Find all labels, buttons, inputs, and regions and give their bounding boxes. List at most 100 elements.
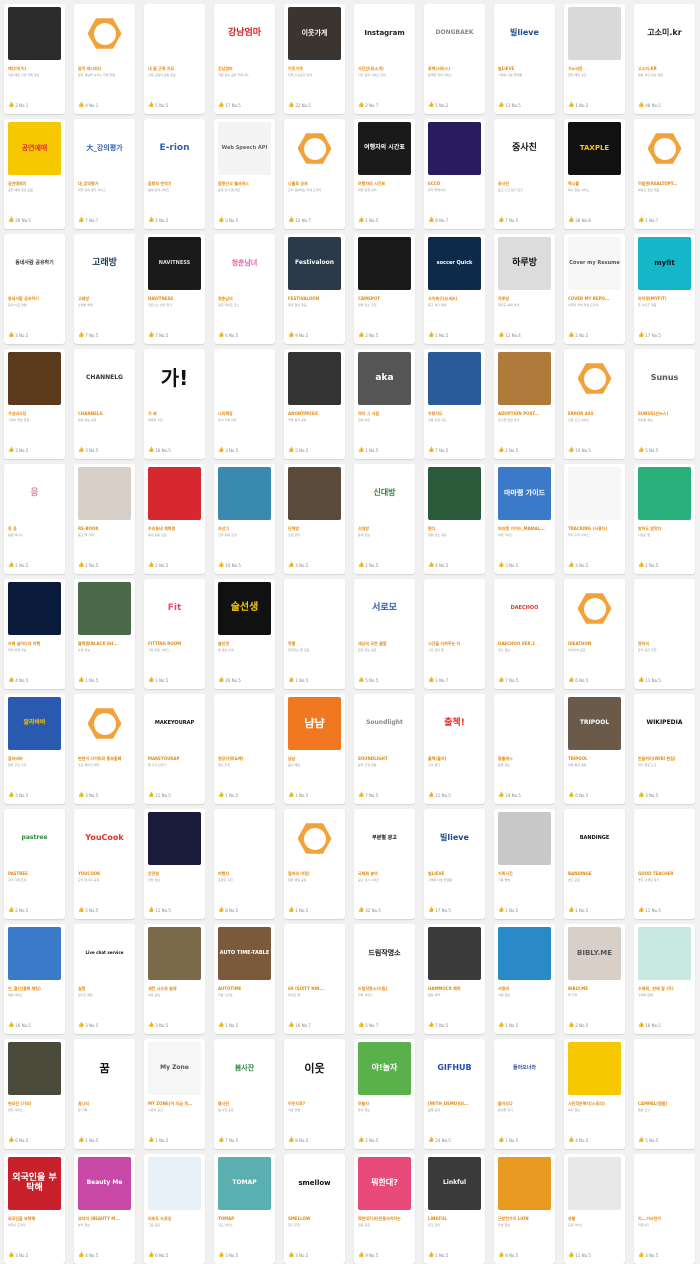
- app-card[interactable]: 내 몸 근육 지도 신체 근육과 운동 정보 👍 5 No.5: [144, 4, 205, 114]
- like-button[interactable]: 👍 1 No.5: [148, 677, 168, 683]
- app-thumbnail[interactable]: [568, 1157, 621, 1210]
- app-title[interactable]: 하루방: [498, 296, 552, 301]
- app-thumbnail[interactable]: [568, 7, 621, 60]
- like-button[interactable]: 👍 2 No.5: [8, 907, 28, 913]
- app-card[interactable]: 우리동네 체력짱 동네 운동 모임 👍 2 No.5: [144, 464, 205, 574]
- app-thumbnail[interactable]: 서로모: [358, 582, 411, 635]
- app-card[interactable]: Live chat service 실챗 실시간 채팅 👍 3 No.5: [74, 924, 135, 1034]
- like-button[interactable]: 👍 7 No.5: [428, 447, 448, 453]
- app-title[interactable]: CAMSPOT: [358, 296, 412, 301]
- app-card[interactable]: 야!놀자 야놀자 놀이 정보 👍 2 No.5: [354, 1039, 415, 1149]
- app-card[interactable]: Instagram 사진안내(소개) 사진 공유 서비스 안내 👍 2 No.7: [354, 4, 415, 114]
- app-title[interactable]: 블랙잼(BLACK SH...: [78, 641, 132, 646]
- app-title[interactable]: MY ZONE(이 지금 개...: [148, 1101, 202, 1106]
- like-button[interactable]: 👍 3 No.5: [78, 792, 98, 798]
- like-button[interactable]: 👍 9 No.5: [288, 332, 308, 338]
- like-button[interactable]: 👍 1 No.5: [78, 562, 98, 568]
- like-button[interactable]: 👍 3 No.5: [8, 1252, 28, 1258]
- app-thumbnail[interactable]: [78, 582, 131, 635]
- like-button[interactable]: 👍 22 No.5: [288, 102, 311, 108]
- app-title[interactable]: MAKEYOURAP: [148, 756, 202, 761]
- app-thumbnail[interactable]: 빌lieve: [428, 812, 481, 865]
- app-title[interactable]: 야놀자: [358, 1101, 412, 1106]
- app-thumbnail[interactable]: [428, 352, 481, 405]
- like-button[interactable]: 👍 13 No.5: [498, 102, 521, 108]
- app-title[interactable]: 이웃으로?: [288, 1101, 342, 1106]
- app-title[interactable]: 알라바바: [8, 756, 62, 761]
- app-thumbnail[interactable]: [8, 1042, 61, 1095]
- like-button[interactable]: 👍 11 No.5: [638, 907, 661, 913]
- app-title[interactable]: 청춘남녀: [218, 296, 272, 301]
- app-title[interactable]: GOOD TEACHER: [638, 871, 692, 876]
- app-thumbnail[interactable]: Beauty Me: [78, 1157, 131, 1210]
- like-button[interactable]: 👍 1 No.5: [428, 332, 448, 338]
- app-title[interactable]: 동네사람 공유하기: [8, 296, 62, 301]
- like-button[interactable]: 👍 7 No.5: [218, 1137, 238, 1143]
- app-title[interactable]: TRIPOOL: [568, 756, 622, 761]
- app-card[interactable]: 편다 캠핑 장소 공유 👍 4 No.5: [424, 464, 485, 574]
- app-card[interactable]: 마마랭 가이드 마마랭 가이드_MAMAL... 여행 가이드 👍 3 No.5: [494, 464, 555, 574]
- app-card[interactable]: 69 (SIXTY NIN... 데이트 앱 👍 16 No.7: [284, 924, 345, 1034]
- app-title[interactable]: 냠냠: [288, 756, 342, 761]
- like-button[interactable]: 👍 2 No.5: [148, 217, 168, 223]
- app-title[interactable]: 짱쉬리: [638, 641, 692, 646]
- app-thumbnail[interactable]: TOMAP: [218, 1157, 271, 1210]
- app-title[interactable]: SUNUS(선누스): [638, 411, 692, 416]
- app-card[interactable]: E-rion 음향의 번역기 음성 번역 서비스 👍 2 No.5: [144, 119, 205, 229]
- like-button[interactable]: 👍 1 No.2: [428, 102, 448, 108]
- like-button[interactable]: 👍 26 No.5: [218, 677, 241, 683]
- like-button[interactable]: 👍 1 No.5: [498, 1137, 518, 1143]
- app-title[interactable]: 편다: [428, 526, 482, 531]
- app-card[interactable]: BIBLY.ME BIBLY.ME 책 추천 👍 2 No.5: [564, 924, 625, 1034]
- app-thumbnail[interactable]: 고소미.kr: [638, 7, 691, 60]
- app-card[interactable]: 동물캐스 동물 정보 👍 24 No.5: [494, 694, 555, 804]
- like-button[interactable]: 👍 3 No.5: [288, 1252, 308, 1258]
- app-thumbnail[interactable]: [568, 1042, 621, 1095]
- like-button[interactable]: 👍 32 No.5: [358, 907, 381, 913]
- like-button[interactable]: 👍 3 No.5: [148, 1022, 168, 1028]
- app-card[interactable]: HAMMOCK 해먹 캠핑 해먹 👍 7 No.5: [424, 924, 485, 1034]
- app-card[interactable]: GOOD TEACHER 좋은 선생님 찾기 👍 11 No.5: [634, 809, 695, 919]
- app-thumbnail[interactable]: [498, 812, 551, 865]
- app-thumbnail[interactable]: BIBLY.ME: [568, 927, 621, 980]
- app-card[interactable]: 돌아오너라 돌아오다 분실물 찾기 👍 1 No.5: [494, 1039, 555, 1149]
- app-title[interactable]: 공연예매지: [8, 181, 62, 186]
- app-title[interactable]: TRACKING (사용자): [568, 526, 622, 531]
- app-title[interactable]: 우리동네 체력짱: [148, 526, 202, 531]
- like-button[interactable]: 👍 7 No.5: [358, 792, 378, 798]
- app-card[interactable]: 카페 날아다녀 여행 파리 여행 정보 👍 4 No.5: [4, 579, 65, 689]
- app-title[interactable]: FITTING ROOM: [148, 641, 202, 646]
- app-thumbnail[interactable]: DONGBAEK: [428, 7, 481, 60]
- app-title[interactable]: 출첵(출석): [428, 756, 482, 761]
- app-card[interactable]: 지...거사연가 커뮤니티 👍 3 No.5: [634, 1154, 695, 1264]
- like-button[interactable]: 👍 11 No.5: [148, 792, 171, 798]
- app-thumbnail[interactable]: [568, 582, 621, 635]
- like-button[interactable]: 👍 3 No.5: [568, 562, 588, 568]
- app-thumbnail[interactable]: [8, 352, 61, 405]
- like-button[interactable]: 👍 2 No.5: [8, 562, 28, 568]
- app-thumbnail[interactable]: 이웃: [288, 1042, 341, 1095]
- app-thumbnail[interactable]: 大_강의평가: [78, 122, 131, 175]
- app-thumbnail[interactable]: [148, 7, 201, 60]
- app-title[interactable]: 꿈이 레시피다: [78, 66, 132, 71]
- app-thumbnail[interactable]: 드림작명소: [358, 927, 411, 980]
- app-card[interactable]: 외국인을 부탁해 외국인을 부탁해 외국인 도우미 👍 3 No.5: [4, 1154, 65, 1264]
- like-button[interactable]: 👍 3 No.5: [8, 332, 28, 338]
- app-thumbnail[interactable]: 출첵!: [428, 697, 481, 750]
- app-thumbnail[interactable]: [148, 927, 201, 980]
- app-card[interactable]: RE-BOOK 중고 책 거래 👍 1 No.5: [74, 464, 135, 574]
- like-button[interactable]: 👍 1 No.5: [638, 562, 658, 568]
- app-title[interactable]: 핫짤: [288, 641, 342, 646]
- app-card[interactable]: 공연예매 공연예매지 공연 예매 정보 모음 👍 26 No.5: [4, 119, 65, 229]
- like-button[interactable]: 👍 6 No.5: [8, 1137, 28, 1143]
- app-thumbnail[interactable]: [498, 352, 551, 405]
- app-card[interactable]: 빌lieve 빌LIEVE 기부와 나눔 플랫폼 👍 13 No.5: [494, 4, 555, 114]
- app-card[interactable]: NAVITNESS NAVITNESS 피트니스 센터 찾기 👍 7 No.5: [144, 234, 205, 344]
- like-button[interactable]: 👍 3 No.5: [638, 1252, 658, 1258]
- app-title[interactable]: SOUNDLIGHT: [358, 756, 412, 761]
- app-card[interactable]: MAKEYOURAP MAKEYOURAP 랩 가사 만들기 👍 11 No.5: [144, 694, 205, 804]
- app-card[interactable]: Sunus SUNUS(선누스) 태양광 정보 👍 5 No.5: [634, 349, 695, 459]
- app-thumbnail[interactable]: [78, 697, 131, 750]
- app-title[interactable]: FESTIVALOON: [288, 296, 342, 301]
- like-button[interactable]: 👍 11 No.5: [568, 1252, 591, 1258]
